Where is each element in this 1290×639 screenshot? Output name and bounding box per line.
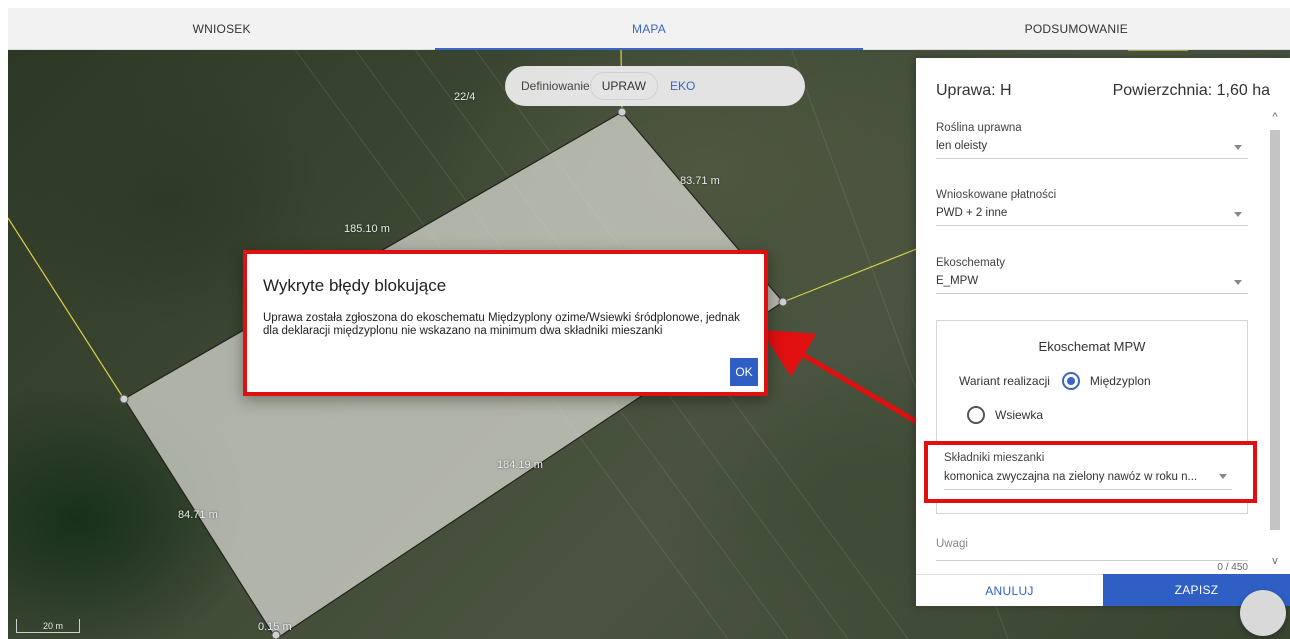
radio-miedzyplon[interactable] [1061,372,1080,390]
map-scale-bar: 20 m [16,619,80,633]
dimension-label: 184.19 m [497,459,543,471]
skladniki-label: Składniki mieszanki [944,452,1045,464]
dimension-label: 83.71 m [680,175,720,187]
roslina-select[interactable]: len oleisty [936,140,1248,159]
wariant-label: Wariant realizacji [959,374,1050,388]
tab-podsumowanie[interactable]: PODSUMOWANIE [863,8,1290,49]
radio-wsiewka[interactable] [967,406,985,424]
platnosci-value: PWD + 2 inne [936,207,1008,219]
ekoschematy-label: Ekoschematy [936,257,1006,269]
crop-title: Uprawa: H [936,82,1012,99]
skladniki-field[interactable]: Składniki mieszanki komonica zwyczajna n… [924,441,1257,503]
roslina-value: len oleisty [936,140,988,152]
uwagi-field[interactable]: Uwagi 0 / 450 [936,538,1248,573]
platnosci-select[interactable]: PWD + 2 inne [936,207,1248,226]
definiowanie-label: Definiowanie [521,79,590,93]
chevron-down-icon [1234,212,1242,217]
scale-label: 20 m [43,621,64,631]
tab-mapa[interactable]: MAPA [435,8,863,50]
uwagi-counter: 0 / 450 [1217,562,1248,573]
uwagi-input[interactable] [936,560,1248,561]
ok-button[interactable]: OK [730,358,758,386]
panel-scrollbar[interactable]: ^ v [1268,108,1282,576]
scrollbar-thumb[interactable] [1270,130,1280,530]
dimension-label: 0.15 m [258,621,292,633]
roslina-label: Roślina uprawna [936,122,1022,134]
chevron-down-icon [1234,280,1242,285]
dialog-title: Wykryte błędy blokujące [263,276,447,295]
skladniki-select[interactable]: komonica zwyczajna na zielony nawóz w ro… [944,471,1232,490]
tab-wniosek[interactable]: WNIOSEK [8,8,435,49]
top-navigation: WNIOSEK MAPA PODSUMOWANIE [8,8,1290,50]
dialog-message: Uprawa została zgłoszona do ekoschematu … [263,312,740,337]
upraw-toggle-button[interactable]: UPRAW [589,72,658,100]
dimension-label: 185.10 m [344,223,390,235]
cancel-button[interactable]: ANULUJ [916,574,1103,606]
miedzyplon-label: Międzyplon [1089,374,1151,388]
mpw-title: Ekoschemat MPW [1038,339,1146,354]
uwagi-label: Uwagi [936,538,968,550]
error-dialog: Wykryte błędy blokujące Uprawa została z… [243,250,768,396]
definiowanie-toggle: Definiowanie UPRAW EKO [505,66,805,106]
panel-actions: ANULUJ ZAPISZ [916,574,1290,606]
wsiewka-label: Wsiewka [995,408,1044,422]
scroll-up-icon[interactable]: ^ [1270,112,1280,123]
dimension-label: 84.71 m [178,509,218,521]
platnosci-field[interactable]: Wnioskowane płatności PWD + 2 inne [936,189,1248,226]
roslina-field[interactable]: Roślina uprawna len oleisty [936,122,1248,159]
eko-toggle-button[interactable]: EKO [658,72,707,100]
wariant-row: Wariant realizacji Międzyplon [959,372,1151,390]
crop-area: Powierzchnia: 1,60 ha [1112,82,1270,99]
ekoschematy-select[interactable]: E_MPW [936,275,1248,294]
wsiewka-row: Wsiewka [967,406,1043,424]
floating-action-button[interactable] [1240,590,1286,636]
parcel-number-label: 22/4 [454,91,476,103]
ekoschematy-field[interactable]: Ekoschematy E_MPW [936,257,1248,294]
platnosci-label: Wnioskowane płatności [936,189,1057,201]
chevron-down-icon [1219,474,1227,479]
chevron-down-icon [1234,145,1242,150]
ekoschematy-value: E_MPW [936,275,979,287]
scroll-down-icon[interactable]: v [1270,556,1280,567]
